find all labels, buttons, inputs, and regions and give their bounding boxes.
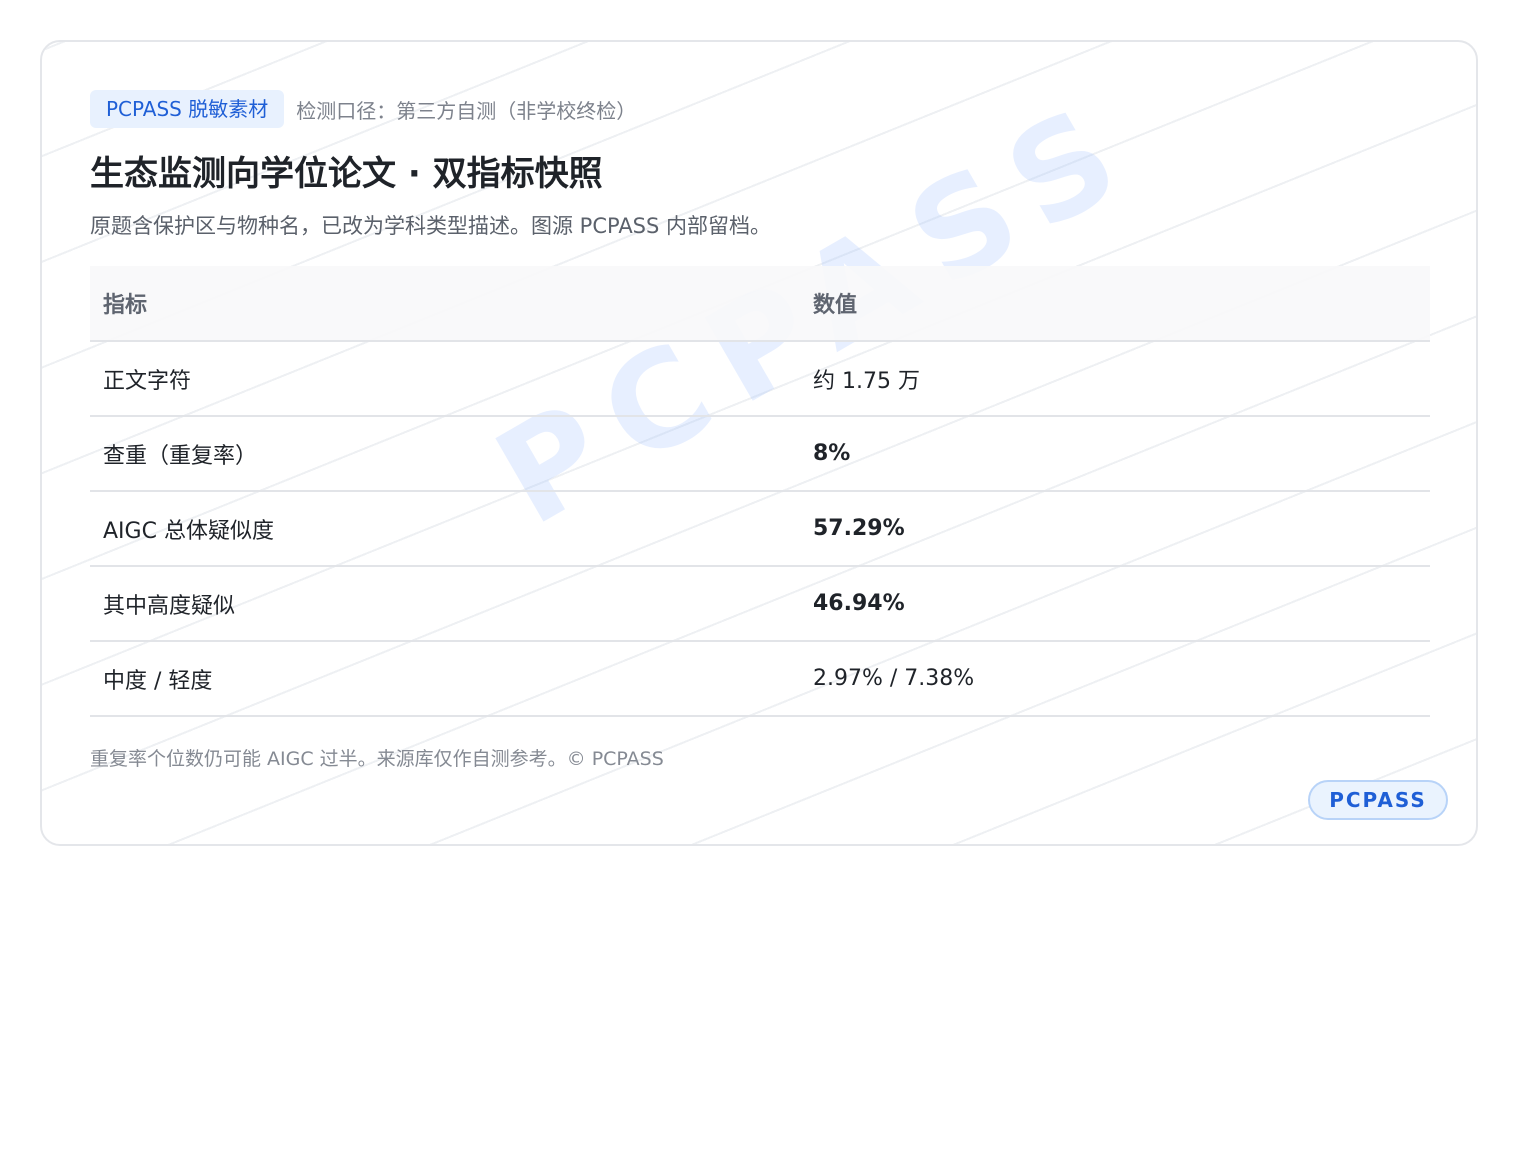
column-header-value: 数值 bbox=[800, 266, 1430, 342]
metric-value: 57.29% bbox=[800, 491, 1430, 567]
meta-row: PCPASS 脱敏素材 检测口径：第三方自测（非学校终检） bbox=[90, 90, 1430, 128]
card-content: PCPASS 脱敏素材 检测口径：第三方自测（非学校终检） 生态监测向学位论文 … bbox=[90, 90, 1430, 773]
snapshot-card: PCPASS PCPASS 脱敏素材 检测口径：第三方自测（非学校终检） 生态监… bbox=[40, 40, 1478, 846]
table-row: 查重（重复率） 8% bbox=[90, 416, 1430, 492]
table-row: AIGC 总体疑似度 57.29% bbox=[90, 491, 1430, 567]
metric-label: 中度 / 轻度 bbox=[90, 641, 800, 717]
metric-label: AIGC 总体疑似度 bbox=[90, 491, 800, 567]
metric-label: 正文字符 bbox=[90, 341, 800, 417]
detection-scope: 检测口径：第三方自测（非学校终检） bbox=[296, 98, 637, 123]
metric-value: 8% bbox=[800, 416, 1430, 492]
table-row: 其中高度疑似 46.94% bbox=[90, 566, 1430, 642]
table-row: 中度 / 轻度 2.97% / 7.38% bbox=[90, 641, 1430, 717]
metric-value: 46.94% bbox=[800, 566, 1430, 642]
metric-value: 约 1.75 万 bbox=[800, 341, 1430, 417]
page-subtitle: 原题含保护区与物种名，已改为学科类型描述。图源 PCPASS 内部留档。 bbox=[90, 214, 772, 238]
column-header-metric: 指标 bbox=[90, 266, 800, 342]
table-header-row: 指标 数值 bbox=[90, 266, 1430, 342]
brand-badge: PCPASS bbox=[1308, 780, 1448, 820]
footer-note: 重复率个位数仍可能 AIGC 过半。来源库仅作自测参考。© PCPASS bbox=[90, 748, 664, 770]
source-tag: PCPASS 脱敏素材 bbox=[90, 90, 285, 128]
page-title: 生态监测向学位论文 · 双指标快照 bbox=[90, 154, 603, 194]
table-row: 正文字符 约 1.75 万 bbox=[90, 341, 1430, 417]
metric-label: 查重（重复率） bbox=[90, 416, 800, 492]
metrics-table: 指标 数值 正文字符 约 1.75 万 查重（重复率） 8% AIGC 总体疑似… bbox=[90, 266, 1430, 717]
metric-label: 其中高度疑似 bbox=[90, 566, 800, 642]
metric-value: 2.97% / 7.38% bbox=[800, 641, 1430, 717]
